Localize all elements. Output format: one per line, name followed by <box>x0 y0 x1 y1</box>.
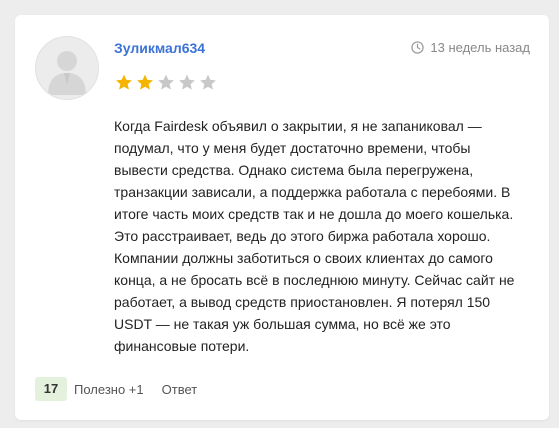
review-timestamp: 13 недель назад <box>411 40 530 55</box>
star-empty-icon <box>179 74 195 90</box>
avatar[interactable] <box>35 36 99 100</box>
time-ago-text: 13 недель назад <box>430 40 530 55</box>
review-footer: 17 Полезно +1 Ответ <box>35 377 197 401</box>
review-text: Когда Fairdesk объявил о закрытии, я не … <box>114 118 515 354</box>
star-filled-icon <box>116 74 132 90</box>
useful-button[interactable]: Полезно +1 <box>74 382 144 397</box>
star-empty-icon <box>200 74 216 90</box>
star-empty-icon <box>158 74 174 90</box>
rating-stars <box>114 73 218 92</box>
review-card: Зуликмал634 13 недель назад Когда Fairde… <box>15 15 549 420</box>
star-filled-icon <box>137 74 153 90</box>
author-name-link[interactable]: Зуликмал634 <box>114 40 205 56</box>
user-silhouette-icon <box>48 51 86 95</box>
useful-count-badge: 17 <box>35 377 67 401</box>
reply-button[interactable]: Ответ <box>162 382 198 397</box>
clock-icon <box>411 41 425 54</box>
